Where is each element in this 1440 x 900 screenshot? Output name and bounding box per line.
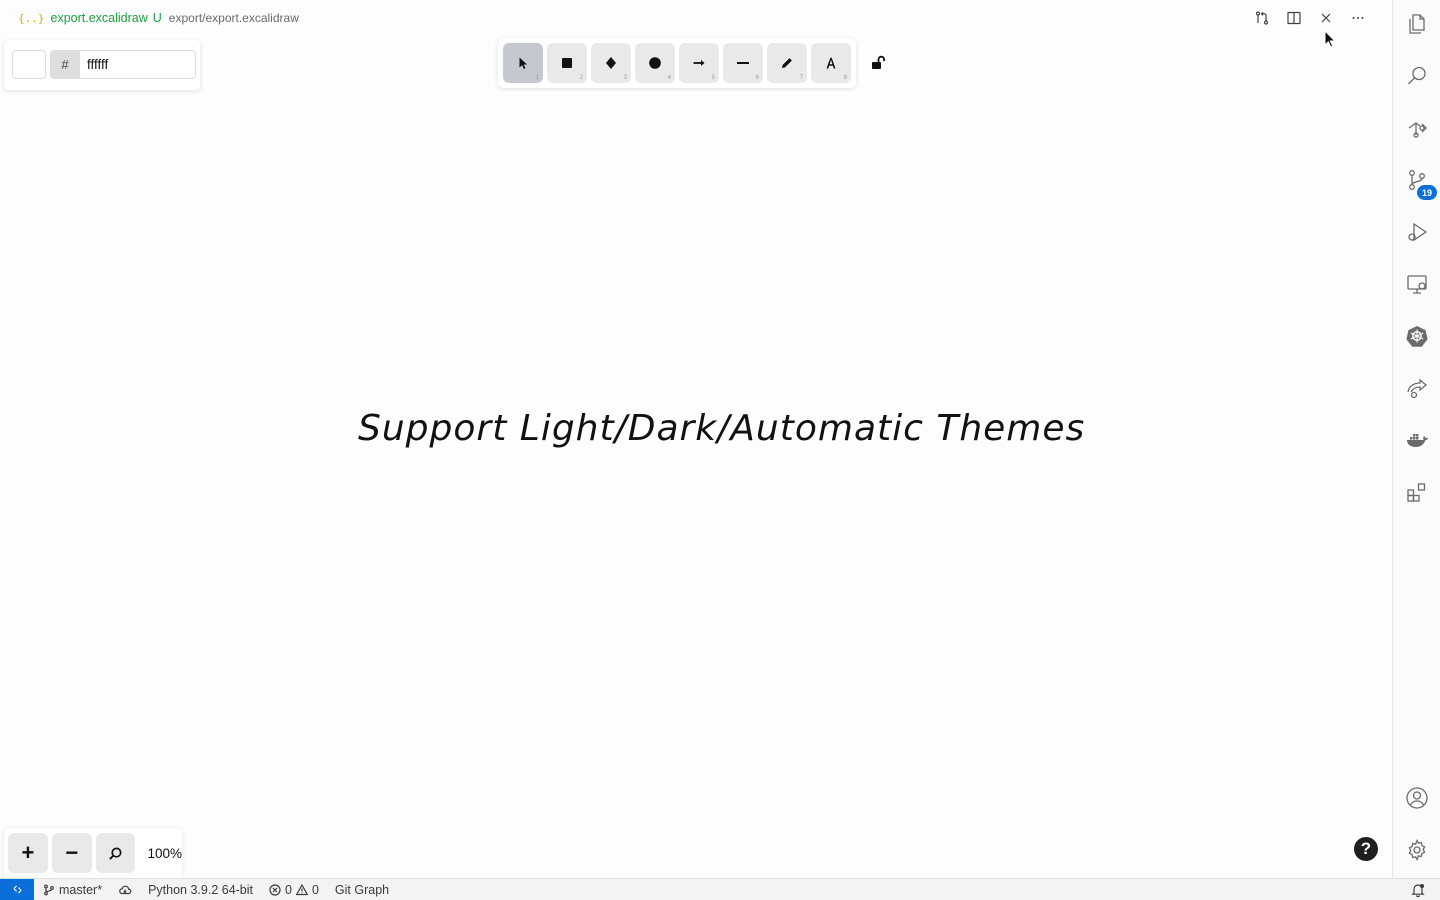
rectangle-icon [562, 58, 572, 68]
activity-docker[interactable] [1393, 416, 1440, 464]
source-control-badge: 19 [1417, 185, 1437, 200]
reset-zoom-button[interactable] [95, 833, 136, 873]
split-editor-icon [1287, 11, 1301, 25]
status-branch[interactable]: master* [34, 879, 110, 900]
activity-bar: 19 [1392, 0, 1440, 878]
zoom-level: 100% [147, 845, 183, 861]
activity-source-control[interactable]: 19 [1393, 156, 1440, 204]
python-version: Python 3.9.2 64-bit [148, 882, 254, 897]
live-share-icon [1407, 378, 1428, 399]
git-graph-label: Git Graph [334, 882, 390, 897]
tool-shortcut: 3 [623, 75, 627, 81]
search-icon [1408, 66, 1426, 85]
tool-shortcut: 2 [579, 75, 583, 81]
tool-shortcut: 8 [843, 75, 847, 81]
activity-live-share[interactable] [1393, 364, 1440, 412]
warning-count: 0 [311, 882, 319, 897]
remote-icon [12, 885, 22, 894]
diamond-icon [606, 57, 616, 69]
accounts-icon [1406, 787, 1428, 809]
unlock-icon[interactable] [870, 54, 888, 72]
tool-draw[interactable]: 7 [767, 43, 807, 83]
color-swatch[interactable] [12, 50, 46, 79]
status-bar: master* Python 3.9.2 64-bit 0 0 Git Grap… [0, 878, 1440, 900]
explorer-icon [1409, 14, 1425, 34]
activity-run-debug[interactable] [1393, 208, 1440, 256]
activity-manage[interactable] [1393, 826, 1440, 874]
pencil-icon [782, 58, 792, 68]
tool-shortcut: 4 [667, 75, 671, 81]
close-editor-button[interactable] [1310, 4, 1342, 32]
status-python-interpreter[interactable]: Python 3.9.2 64-bit [140, 879, 261, 900]
zoom-in-button[interactable]: + [8, 833, 48, 873]
text-icon [826, 57, 836, 69]
help-button[interactable]: ? [1354, 837, 1378, 861]
docker-icon [1407, 434, 1428, 447]
open-changes-icon [1255, 11, 1269, 25]
tool-line[interactable]: 6 [723, 43, 763, 83]
error-count: 0 [285, 882, 292, 897]
tool-selection[interactable]: 1 [503, 43, 543, 83]
activity-extensions[interactable] [1393, 468, 1440, 516]
zoom-reset-icon [109, 847, 122, 860]
warning-icon [295, 883, 308, 895]
error-icon [269, 883, 281, 896]
tool-arrow[interactable]: 5 [679, 43, 719, 83]
tool-shortcut: 6 [755, 75, 759, 81]
remote-indicator-button[interactable] [0, 878, 34, 900]
tab-file-name[interactable]: export.excalidraw [51, 11, 148, 25]
shape-toolbar: 1 2 3 4 5 6 7 8 [498, 38, 856, 88]
close-icon [1321, 13, 1331, 23]
tool-ellipse[interactable]: 4 [635, 43, 675, 83]
extensions-icon [1407, 483, 1426, 502]
activity-git-graph[interactable] [1393, 104, 1440, 152]
notifications-bell-icon[interactable] [1410, 882, 1426, 898]
tool-shortcut: 1 [535, 75, 539, 81]
tool-rectangle[interactable]: 2 [547, 43, 587, 83]
split-editor-button[interactable] [1278, 4, 1310, 32]
status-sync[interactable] [110, 879, 140, 900]
activity-accounts[interactable] [1393, 774, 1440, 822]
tab-file-path: export/export.excalidraw [168, 11, 299, 25]
editor-actions [1246, 0, 1374, 36]
more-actions-icon [1352, 17, 1364, 19]
status-problems[interactable]: 0 0 [261, 879, 327, 900]
editor-tab-header: {..} export.excalidraw U export/export.e… [0, 0, 1392, 36]
branch-name: master* [59, 882, 103, 897]
color-hex-input[interactable] [80, 50, 196, 79]
activity-explorer[interactable] [1393, 0, 1440, 48]
mouse-cursor-icon [1324, 30, 1336, 48]
tool-shortcut: 7 [799, 75, 803, 81]
ellipse-icon [649, 57, 661, 69]
tool-text[interactable]: 8 [811, 43, 851, 83]
manage-gear-icon [1408, 838, 1426, 862]
run-debug-icon [1408, 222, 1428, 242]
activity-search[interactable] [1393, 52, 1440, 100]
activity-kubernetes[interactable] [1393, 312, 1440, 360]
arrow-icon [693, 60, 705, 66]
tool-diamond[interactable]: 3 [591, 43, 631, 83]
canvas-text-element[interactable]: Support Light/Dark/Automatic Themes [358, 408, 1085, 449]
tool-shortcut: 5 [711, 75, 715, 81]
canvas-background-picker: # [4, 40, 200, 90]
line-icon [737, 62, 749, 64]
excalidraw-canvas[interactable]: # 1 2 3 4 5 6 7 [0, 36, 1392, 878]
status-git-graph[interactable]: Git Graph [327, 879, 397, 900]
json-file-icon: {..} [18, 11, 45, 25]
cloud-sync-icon [119, 885, 132, 894]
open-changes-button[interactable] [1246, 4, 1278, 32]
pointer-icon [519, 57, 528, 69]
zoom-out-button[interactable]: − [51, 833, 92, 873]
remote-explorer-icon [1407, 275, 1427, 294]
zoom-controls: + − 100% [4, 828, 182, 878]
activity-remote-explorer[interactable] [1393, 260, 1440, 308]
more-actions-button[interactable] [1342, 4, 1374, 32]
source-control-graph-icon [1408, 122, 1427, 138]
kubernetes-icon [1406, 326, 1428, 347]
hash-label: # [50, 50, 80, 79]
untracked-indicator: U [152, 11, 162, 25]
git-branch-icon [44, 884, 54, 895]
